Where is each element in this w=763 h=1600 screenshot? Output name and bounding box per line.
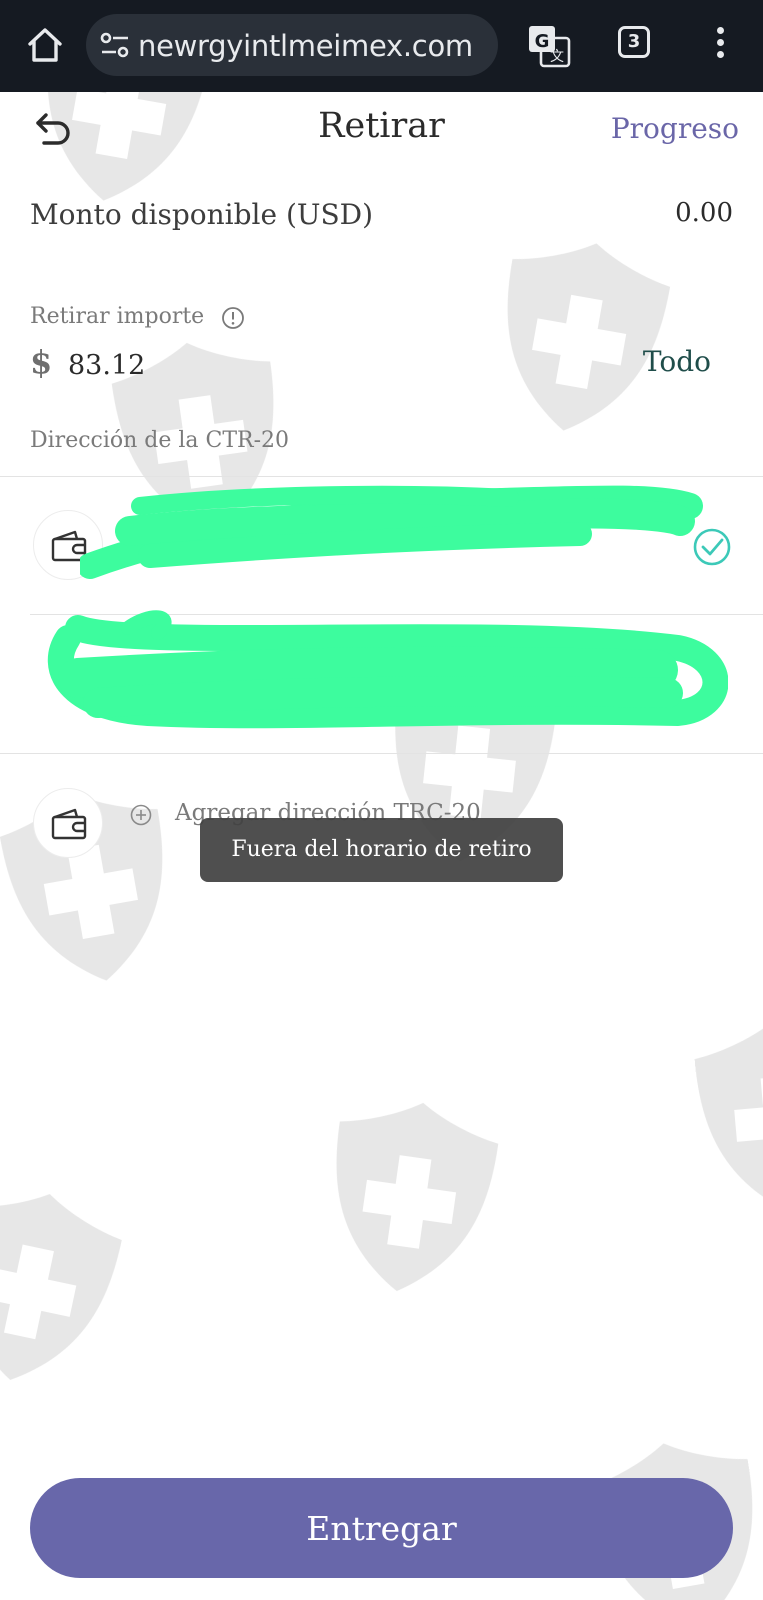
redaction-scribble (80, 485, 703, 579)
currency-symbol: $ (30, 343, 53, 381)
available-balance-label: Monto disponible (USD) (30, 198, 374, 231)
submit-button[interactable]: Entregar (30, 1478, 733, 1578)
browser-toolbar: newrgyintlmeimex.com G 文 3 (0, 0, 763, 92)
available-balance-row: Monto disponible (USD) 0.00 (30, 198, 733, 242)
svg-text:G: G (535, 31, 550, 52)
browser-menu-icon[interactable] (712, 24, 728, 68)
redaction-scribble (47, 610, 728, 729)
svg-text:文: 文 (550, 49, 564, 65)
page-header: Retirar Progreso (0, 92, 763, 166)
wallet-icon (33, 788, 103, 858)
tab-switcher-button[interactable]: 3 (618, 26, 650, 58)
info-icon[interactable] (221, 306, 245, 330)
site-settings-icon[interactable] (100, 31, 130, 59)
toast-message: Fuera del horario de retiro (200, 818, 563, 882)
address-section-label: Dirección de la CTR-20 (30, 428, 290, 453)
divider (0, 753, 763, 754)
url-text[interactable]: newrgyintlmeimex.com (138, 29, 473, 63)
address-bar[interactable]: newrgyintlmeimex.com (86, 14, 498, 76)
progress-link[interactable]: Progreso (611, 112, 739, 145)
available-balance-value: 0.00 (675, 198, 733, 228)
withdraw-amount-label: Retirar importe (30, 304, 205, 329)
plus-circle-icon (130, 804, 152, 826)
withdraw-all-button[interactable]: Todo (643, 345, 711, 378)
home-icon[interactable] (22, 22, 68, 68)
translate-icon[interactable]: G 文 (527, 24, 571, 68)
withdraw-amount-input[interactable] (68, 343, 588, 387)
